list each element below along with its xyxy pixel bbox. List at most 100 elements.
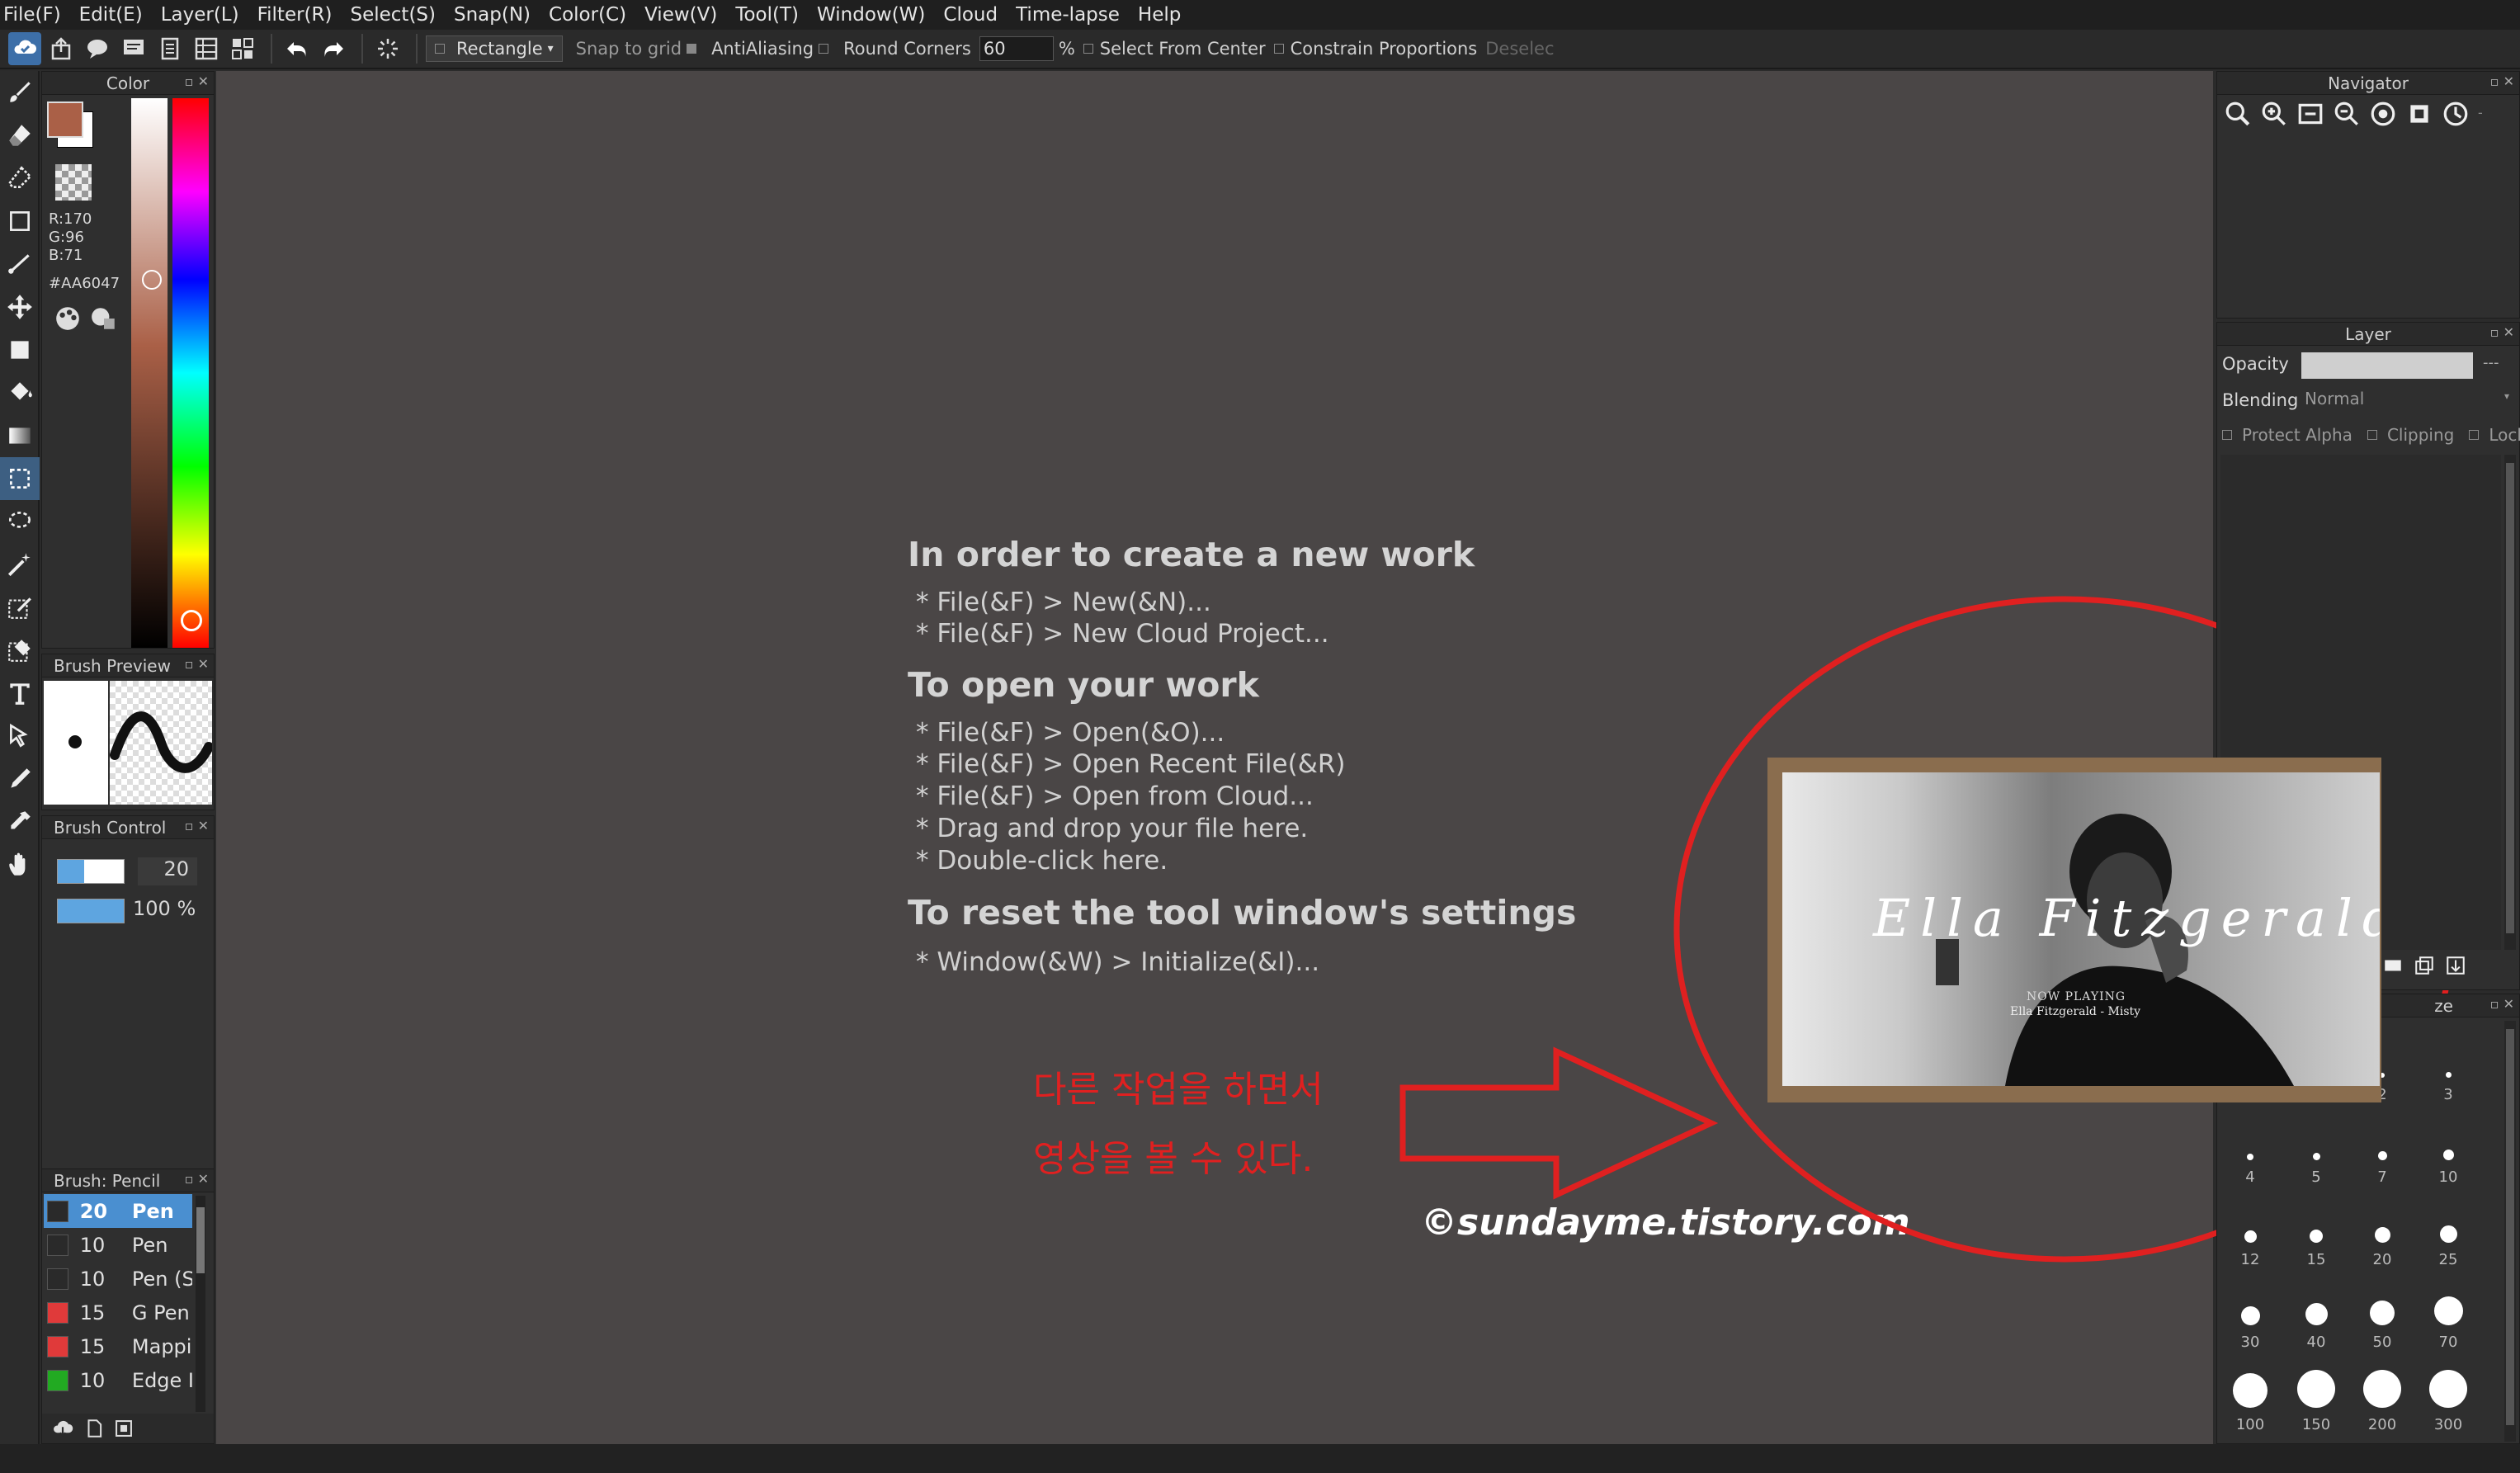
antialiasing-option[interactable]: AntiAliasing — [711, 39, 835, 59]
brush-size-scrollbar[interactable] — [2504, 1021, 2516, 1442]
cloud-download-icon[interactable] — [50, 1417, 75, 1440]
brush-size-option[interactable]: 150 — [2283, 1354, 2349, 1437]
zoom-fit-icon[interactable] — [2224, 100, 2252, 128]
text-tool[interactable] — [0, 672, 40, 715]
brush-size-option[interactable]: 30 — [2217, 1272, 2283, 1354]
shape-dropdown[interactable]: Rectangle ▾ — [426, 35, 563, 62]
shape-tool[interactable] — [0, 200, 40, 243]
panel-float-close-icon[interactable]: ▫ ✕ — [2490, 73, 2514, 89]
rotate-left-icon[interactable] — [2369, 100, 2397, 128]
select-pen-tool[interactable] — [0, 586, 40, 629]
brush-size-option[interactable]: 200 — [2349, 1354, 2415, 1437]
bucket-tool[interactable] — [0, 371, 40, 414]
brush-list-item[interactable]: 10 Edge I — [44, 1363, 192, 1397]
panel-float-close-icon[interactable]: ▫ ✕ — [185, 1171, 209, 1187]
saturation-handle[interactable] — [142, 270, 162, 290]
brush-list-scrollbar[interactable] — [196, 1196, 205, 1412]
eraser-tool[interactable] — [0, 114, 40, 157]
menu-snap[interactable]: Snap(N) — [454, 4, 531, 26]
page-icon[interactable] — [153, 32, 186, 65]
brush-size-option[interactable]: 3 — [2415, 1024, 2481, 1107]
blending-dropdown[interactable]: Normal ▾ — [2301, 389, 2514, 413]
brush-size-option[interactable]: 15 — [2283, 1189, 2349, 1272]
move-tool[interactable] — [0, 286, 40, 328]
transparent-color-swatch[interactable] — [55, 164, 92, 201]
menu-layer[interactable]: Layer(L) — [161, 4, 239, 26]
palette-icon[interactable] — [54, 305, 82, 333]
brush-opacity-value[interactable]: 100 % — [133, 897, 196, 920]
brush-list-item[interactable]: 15 G Pen — [44, 1296, 192, 1329]
zoom-out-icon[interactable] — [2333, 100, 2361, 128]
new-brush-icon[interactable] — [83, 1417, 105, 1440]
layer-list-scrollbar[interactable] — [2504, 455, 2516, 950]
constrain-proportions-option[interactable]: Constrain Proportions — [1273, 39, 1477, 59]
line-tool[interactable] — [0, 243, 40, 286]
antialiasing-checkbox[interactable] — [819, 44, 829, 54]
brush-size-option[interactable]: 5 — [2283, 1107, 2349, 1189]
fill-rect-tool[interactable] — [0, 328, 40, 371]
round-corners-option[interactable]: Round Corners — [843, 39, 971, 59]
actual-size-icon[interactable] — [2405, 100, 2433, 128]
brush-settings-icon[interactable] — [113, 1417, 134, 1440]
brush-size-option[interactable]: 12 — [2217, 1189, 2283, 1272]
brush-size-option[interactable]: 50 — [2349, 1272, 2415, 1354]
brush-size-option[interactable]: 7 — [2349, 1107, 2415, 1189]
clipping-checkbox[interactable] — [2367, 430, 2377, 440]
brush-size-slider[interactable] — [57, 859, 125, 884]
layer-merge-icon[interactable] — [2445, 955, 2466, 976]
panels-icon[interactable] — [190, 32, 223, 65]
brush-size-option[interactable]: 100 — [2217, 1354, 2283, 1437]
hand-tool[interactable] — [0, 843, 40, 886]
cloud-check-icon[interactable] — [8, 32, 41, 65]
zoom-in-icon[interactable] — [2260, 100, 2288, 128]
select-from-center-option[interactable]: Select From Center — [1083, 39, 1266, 59]
panel-float-close-icon[interactable]: ▫ ✕ — [185, 73, 209, 89]
menu-color[interactable]: Color(C) — [549, 4, 626, 26]
fit-screen-icon[interactable] — [2296, 100, 2324, 128]
undo-icon[interactable] — [281, 32, 314, 65]
brush-list-item[interactable]: 10 Pen — [44, 1228, 192, 1262]
lock-checkbox[interactable] — [2469, 430, 2480, 440]
menu-help[interactable]: Help — [1138, 4, 1181, 26]
brush-size-option[interactable]: 70 — [2415, 1272, 2481, 1354]
panel-float-close-icon[interactable]: ▫ ✕ — [2490, 996, 2514, 1012]
redo-icon[interactable] — [317, 32, 350, 65]
brush-size-option[interactable]: 10 — [2415, 1107, 2481, 1189]
menu-view[interactable]: View(V) — [644, 4, 717, 26]
select-eraser-tool[interactable] — [0, 629, 40, 672]
speech-bubble-icon[interactable] — [81, 32, 114, 65]
select-from-center-checkbox[interactable] — [1083, 44, 1093, 54]
dotted-eraser-tool[interactable] — [0, 157, 40, 200]
panel-float-close-icon[interactable]: ▫ ✕ — [185, 656, 209, 672]
saturation-value-slider[interactable] — [131, 98, 168, 648]
opacity-slider[interactable] — [2301, 352, 2473, 379]
brush-size-option[interactable]: 300 — [2415, 1354, 2481, 1437]
operation-tool[interactable] — [0, 715, 40, 758]
brush-size-option[interactable]: 25 — [2415, 1189, 2481, 1272]
menu-tool[interactable]: Tool(T) — [735, 4, 799, 26]
brush-opacity-slider[interactable] — [57, 899, 125, 923]
navigator-menu-icon[interactable]: - — [2478, 105, 2483, 128]
loading-spinner-icon[interactable] — [371, 32, 404, 65]
brush-tool[interactable] — [0, 71, 40, 114]
menu-cloud[interactable]: Cloud — [943, 4, 998, 26]
constrain-proportions-checkbox[interactable] — [1273, 44, 1284, 54]
brush-size-option[interactable]: 40 — [2283, 1272, 2349, 1354]
brush-size-option[interactable]: 4 — [2217, 1107, 2283, 1189]
layer-new-icon[interactable] — [2382, 955, 2404, 976]
grid-layout-icon[interactable] — [226, 32, 259, 65]
hue-slider[interactable] — [172, 98, 209, 648]
snap-to-grid-option[interactable]: Snap to grid — [576, 39, 703, 59]
panel-float-close-icon[interactable]: ▫ ✕ — [2490, 324, 2514, 340]
hue-handle[interactable] — [181, 610, 202, 631]
menu-select[interactable]: Select(S) — [350, 4, 436, 26]
round-corners-input[interactable]: 60 — [979, 36, 1054, 61]
menu-window[interactable]: Window(W) — [817, 4, 925, 26]
deselect-button[interactable]: Deselec — [1485, 39, 1554, 59]
brush-list-item[interactable]: 10 Pen (S — [44, 1262, 192, 1296]
snap-to-grid-checkbox[interactable] — [687, 44, 697, 54]
panel-float-close-icon[interactable]: ▫ ✕ — [185, 818, 209, 833]
menu-timelapse[interactable]: Time-lapse — [1016, 4, 1120, 26]
eyedropper-tool[interactable] — [0, 800, 40, 843]
foreground-color-swatch[interactable] — [47, 102, 83, 138]
